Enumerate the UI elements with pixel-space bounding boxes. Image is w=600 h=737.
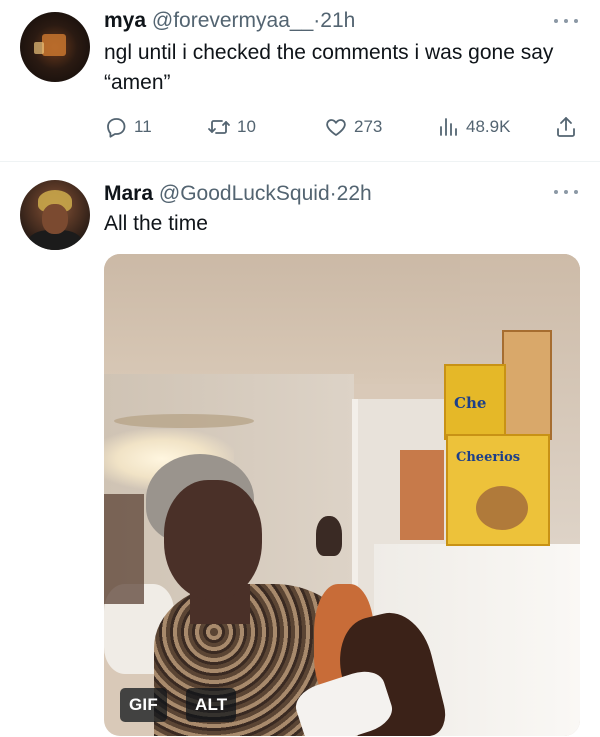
action-bar: 11 10 273 48.9K [104,113,582,141]
like-count: 273 [354,117,383,136]
timestamp[interactable]: 22h [337,182,372,205]
gif-badge[interactable]: GIF [120,688,167,722]
author-handle[interactable]: @forevermyaa__ [152,9,313,32]
separator-dot: · [329,182,337,205]
alt-badge[interactable]: ALT [186,688,237,722]
retweet-count: 10 [237,117,256,136]
author-name[interactable]: Mara [104,182,153,205]
avatar[interactable] [20,180,90,250]
like-button[interactable]: 273 [324,113,382,141]
reply-icon [107,118,126,138]
tweet-text: ngl until i checked the comments i was g… [104,41,554,94]
like-icon [326,119,346,136]
tweet[interactable]: mya @forevermyaa__·21h ngl until i check… [0,0,600,162]
tweet-header: Mara @GoodLuckSquid·22h [104,181,372,207]
more-icon[interactable] [554,17,578,25]
author-name[interactable]: mya [104,9,146,32]
share-button[interactable] [554,113,578,141]
retweet-button[interactable]: 10 [207,113,256,141]
author-handle[interactable]: @GoodLuckSquid [159,182,330,205]
tweet-text: All the time [104,212,208,235]
gif-media[interactable]: Che Cheerios GIF ALT [104,254,580,736]
share-icon [557,117,575,137]
reply-button[interactable]: 11 [104,113,152,141]
cereal-box-label: Che [454,394,487,412]
views-button[interactable]: 48.9K [436,113,510,141]
views-icon [440,118,457,136]
tweet[interactable]: Mara @GoodLuckSquid·22h All the time Che… [0,163,600,737]
timestamp[interactable]: 21h [320,9,355,32]
reply-count: 11 [134,117,152,136]
tweet-header: mya @forevermyaa__·21h [104,8,355,34]
avatar[interactable] [20,12,90,82]
more-icon[interactable] [554,188,578,196]
retweet-icon [208,120,230,134]
tweet-divider [0,161,600,162]
view-count: 48.9K [466,117,511,136]
cereal-box-label: Cheerios [456,450,521,465]
